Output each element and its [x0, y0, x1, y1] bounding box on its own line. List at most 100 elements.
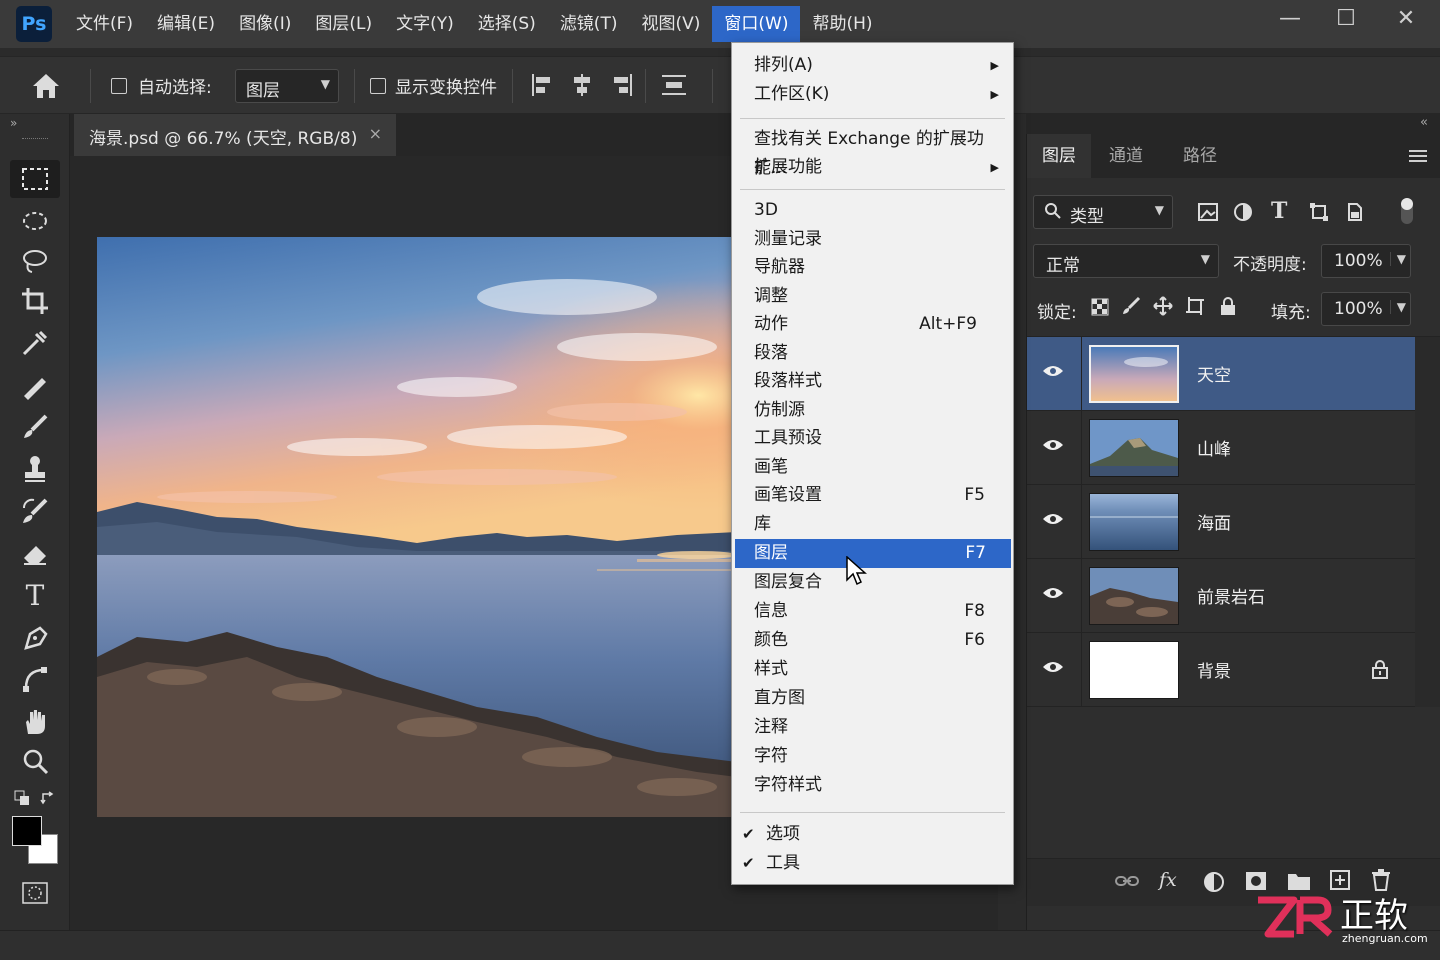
- expand-icon[interactable]: »: [10, 116, 17, 130]
- layer-row-sea[interactable]: 海面: [1027, 485, 1415, 559]
- menu-item-adjustments[interactable]: 调整: [732, 282, 1013, 311]
- align-right-icon[interactable]: [610, 72, 634, 102]
- lock-position-icon[interactable]: [1153, 296, 1173, 320]
- menu-view[interactable]: 视图(V): [629, 6, 712, 42]
- lock-transparent-icon[interactable]: [1091, 298, 1109, 320]
- menu-item-notes[interactable]: 注释: [732, 713, 1013, 742]
- document-tab[interactable]: 海景.psd @ 66.7% (天空, RGB/8) ×: [74, 114, 396, 156]
- layer-row-sky[interactable]: 天空: [1027, 337, 1415, 411]
- history-brush-icon[interactable]: [10, 492, 60, 530]
- menu-help[interactable]: 帮助(H): [800, 6, 884, 42]
- menu-item-paragraph[interactable]: 段落: [732, 339, 1013, 368]
- align-center-icon[interactable]: [570, 72, 594, 102]
- zoom-tool-icon[interactable]: [10, 742, 60, 780]
- menu-edit[interactable]: 编辑(E): [145, 6, 227, 42]
- menu-select[interactable]: 选择(S): [466, 6, 548, 42]
- menu-filter[interactable]: 滤镜(T): [548, 6, 630, 42]
- menu-item-layer-comps[interactable]: 图层复合: [732, 568, 1013, 597]
- link-layers-icon[interactable]: [1115, 873, 1139, 893]
- menu-item-arrange[interactable]: 排列(A) ▶: [732, 51, 1013, 80]
- show-transform-checkbox[interactable]: [370, 78, 386, 94]
- tab-paths[interactable]: 路径: [1183, 134, 1217, 178]
- eye-icon[interactable]: [1041, 437, 1065, 457]
- layer-row-background[interactable]: 背景: [1027, 633, 1415, 707]
- auto-select-dropdown[interactable]: 图层 ▼: [235, 69, 339, 103]
- menu-item-character[interactable]: 字符: [732, 742, 1013, 771]
- brush-tool-icon[interactable]: [10, 408, 60, 446]
- adjustment-filter-icon[interactable]: [1233, 202, 1253, 226]
- shape-filter-icon[interactable]: [1309, 202, 1329, 226]
- menu-file[interactable]: 文件(F): [64, 6, 145, 42]
- photoshop-logo[interactable]: Ps: [16, 6, 52, 42]
- tab-channels[interactable]: 通道: [1109, 134, 1143, 178]
- menu-item-libraries[interactable]: 库: [732, 510, 1013, 539]
- tab-layers[interactable]: 图层: [1027, 134, 1091, 178]
- crop-tool-icon[interactable]: [10, 282, 60, 320]
- menu-layer[interactable]: 图层(L): [303, 6, 384, 42]
- menu-item-brushes[interactable]: 画笔: [732, 453, 1013, 482]
- auto-select-checkbox[interactable]: [111, 78, 127, 94]
- adjustment-layer-icon[interactable]: [1203, 871, 1225, 897]
- eye-icon[interactable]: [1041, 585, 1065, 605]
- pen-tool-icon[interactable]: [10, 618, 60, 656]
- type-tool-icon[interactable]: T: [10, 576, 60, 614]
- document-canvas-image[interactable]: [97, 237, 737, 821]
- menu-type[interactable]: 文字(Y): [384, 6, 466, 42]
- menu-item-brush-settings[interactable]: 画笔设置 F5: [732, 481, 1013, 510]
- type-filter-icon[interactable]: T: [1271, 198, 1287, 224]
- menu-item-navigator[interactable]: 导航器: [732, 253, 1013, 282]
- menu-image[interactable]: 图像(I): [227, 6, 303, 42]
- menu-item-actions[interactable]: 动作 Alt+F9: [732, 310, 1013, 339]
- eye-icon[interactable]: [1041, 511, 1065, 531]
- panel-menu-icon[interactable]: [1409, 148, 1427, 167]
- menu-item-extensions[interactable]: 扩展功能 ▶: [732, 153, 1013, 182]
- collapse-icon[interactable]: «: [1420, 115, 1428, 130]
- menu-window[interactable]: 窗口(W): [712, 6, 801, 42]
- menu-item-info[interactable]: 信息 F8: [732, 597, 1013, 626]
- menu-item-character-styles[interactable]: 字符样式: [732, 771, 1013, 800]
- menu-item-3d[interactable]: 3D: [732, 196, 1013, 225]
- menu-item-workspace[interactable]: 工作区(K) ▶: [732, 80, 1013, 109]
- menu-item-layers[interactable]: 图层 F7: [735, 539, 1011, 568]
- minimize-button[interactable]: —: [1268, 6, 1312, 31]
- menu-item-color[interactable]: 颜色 F6: [732, 626, 1013, 655]
- menu-item-tools[interactable]: ✔ 工具: [732, 849, 1013, 878]
- close-window-button[interactable]: ✕: [1384, 6, 1428, 31]
- opacity-field[interactable]: 100% ▼: [1321, 244, 1411, 278]
- healing-brush-icon[interactable]: [10, 366, 60, 404]
- path-selection-icon[interactable]: [10, 660, 60, 698]
- close-tab-icon[interactable]: ×: [369, 124, 382, 143]
- layer-filter-dropdown[interactable]: 类型 ▼: [1033, 195, 1173, 229]
- image-filter-icon[interactable]: [1197, 202, 1219, 226]
- eye-icon[interactable]: [1041, 363, 1065, 383]
- lasso-tool-icon[interactable]: [10, 242, 60, 280]
- clone-stamp-icon[interactable]: [10, 450, 60, 488]
- menu-item-histogram[interactable]: 直方图: [732, 684, 1013, 713]
- lock-pixels-icon[interactable]: [1121, 296, 1141, 320]
- menu-item-find-extensions[interactable]: 查找有关 Exchange 的扩展功能...: [732, 125, 1013, 178]
- lock-artboard-icon[interactable]: [1185, 296, 1205, 320]
- smart-object-filter-icon[interactable]: [1345, 202, 1365, 226]
- marquee-tool-icon[interactable]: [10, 160, 60, 198]
- menu-item-clone-source[interactable]: 仿制源: [732, 396, 1013, 425]
- layers-scrollbar[interactable]: [1415, 337, 1440, 707]
- home-icon[interactable]: [30, 71, 62, 105]
- eraser-tool-icon[interactable]: [10, 534, 60, 572]
- menu-item-styles[interactable]: 样式: [732, 655, 1013, 684]
- swap-colors-icon[interactable]: [40, 790, 56, 810]
- eyedropper-tool-icon[interactable]: [10, 324, 60, 362]
- filter-toggle[interactable]: [1401, 198, 1413, 224]
- layer-style-icon[interactable]: fx: [1159, 869, 1177, 891]
- fill-field[interactable]: 100% ▼: [1321, 292, 1411, 326]
- ellipse-marquee-icon[interactable]: [10, 202, 60, 240]
- foreground-color-swatch[interactable]: [12, 816, 42, 846]
- default-colors-icon[interactable]: [14, 790, 30, 810]
- menu-item-options[interactable]: ✔ 选项: [732, 820, 1013, 849]
- layer-row-mountain[interactable]: 山峰: [1027, 411, 1415, 485]
- hand-tool-icon[interactable]: [10, 702, 60, 740]
- menu-item-tool-presets[interactable]: 工具预设: [732, 424, 1013, 453]
- layer-row-rocks[interactable]: 前景岩石: [1027, 559, 1415, 633]
- distribute-icon[interactable]: [660, 72, 688, 102]
- blend-mode-dropdown[interactable]: 正常 ▼: [1033, 244, 1219, 278]
- menu-item-paragraph-styles[interactable]: 段落样式: [732, 367, 1013, 396]
